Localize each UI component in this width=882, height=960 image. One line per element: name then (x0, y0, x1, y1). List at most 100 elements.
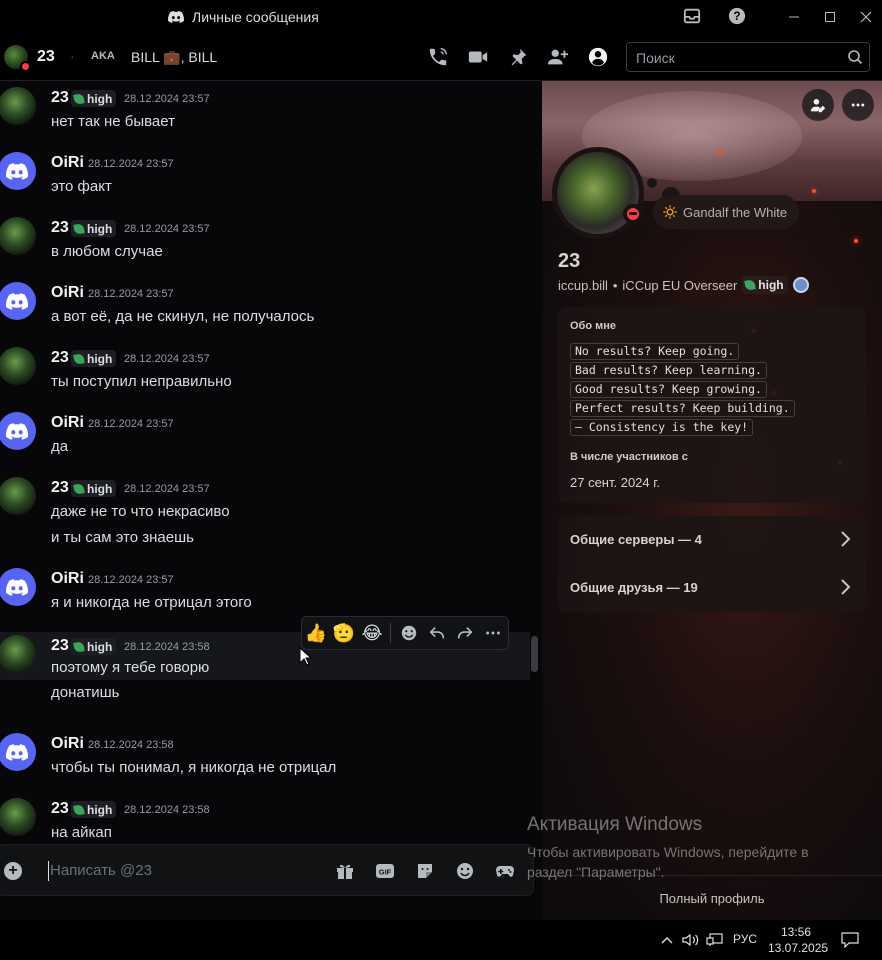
message[interactable]: OiRi 28.12.2024 23:58 чтобы ты понимал, … (0, 727, 530, 787)
message-author[interactable]: OiRi (51, 154, 84, 172)
minimize-button[interactable] (776, 0, 812, 33)
about-me-title: Обо мне (570, 320, 617, 332)
dnd-status-icon (623, 204, 643, 224)
reaction-saluting-face[interactable]: 🫡 (330, 619, 358, 647)
message-author[interactable]: OiRi (51, 414, 84, 432)
message[interactable]: OiRi 28.12.2024 23:57 да (0, 406, 530, 466)
message-author[interactable]: OiRi (51, 284, 84, 302)
mutual-friends-row[interactable]: Общие друзья — 19 (558, 564, 866, 612)
avatar[interactable] (0, 87, 36, 125)
guild-tag[interactable]: high (742, 276, 788, 294)
close-button[interactable] (848, 0, 882, 33)
guild-tag[interactable]: high (71, 801, 117, 818)
message-input[interactable]: + Написать @23 GIF (0, 844, 534, 896)
message-author[interactable]: 23 (51, 219, 69, 237)
reply-button[interactable] (423, 619, 451, 647)
voice-call-icon[interactable] (427, 46, 449, 68)
more-icon (486, 631, 500, 635)
guild-tag[interactable]: high (71, 638, 117, 655)
notifications-button[interactable] (840, 930, 860, 950)
volume-button[interactable] (681, 930, 701, 950)
gift-icon[interactable] (335, 861, 355, 881)
edit-profile-button[interactable] (802, 89, 834, 121)
avatar[interactable] (0, 477, 36, 515)
search-input[interactable]: Поиск (626, 42, 870, 72)
custom-status[interactable]: Gandalf the White (653, 195, 800, 229)
dm-username[interactable]: 23 (37, 48, 55, 66)
emoji-icon (401, 625, 417, 641)
taskbar-clock[interactable]: 13:56 13.07.2025 (768, 924, 828, 956)
message-author[interactable]: 23 (51, 637, 69, 655)
message[interactable]: 23 high 28.12.2024 23:57 нет так не быва… (0, 81, 530, 141)
more-button[interactable] (479, 619, 507, 647)
avatar[interactable] (0, 733, 36, 771)
message[interactable]: 23 high 28.12.2024 23:57 в любом случае (0, 211, 530, 271)
pin-icon[interactable] (507, 46, 529, 68)
message-actions-toolbar: 👍 🫡 😂 (301, 616, 509, 650)
reaction-thumbs-up[interactable]: 👍 (302, 619, 330, 647)
avatar[interactable] (0, 347, 36, 385)
mutual-servers-row[interactable]: Общие серверы — 4 (558, 516, 866, 564)
message-author[interactable]: OiRi (51, 735, 84, 753)
watermark-title: Активация Windows (527, 814, 703, 835)
profile-badge-icon[interactable] (792, 277, 809, 293)
timestamp: 28.12.2024 23:57 (124, 223, 210, 235)
message-author[interactable]: 23 (51, 349, 69, 367)
message-author[interactable]: 23 (51, 479, 69, 497)
message[interactable]: 23 high 28.12.2024 23:57 ты поступил неп… (0, 341, 530, 401)
message-text: поэтому я тебе говорю (51, 659, 210, 676)
timestamp: 28.12.2024 23:58 (124, 641, 210, 653)
avatar[interactable] (0, 282, 36, 320)
sun-icon (663, 205, 677, 219)
guild-tag[interactable]: high (71, 350, 117, 367)
avatar[interactable] (0, 217, 36, 255)
avatar[interactable] (0, 568, 36, 606)
avatar[interactable] (0, 635, 36, 673)
user-profile-panel: Gandalf the White 23 iccup.bill • iCCup … (542, 81, 882, 920)
watermark-line: Чтобы активировать Windows, перейдите в (527, 844, 809, 860)
emoji-picker-icon[interactable] (455, 861, 475, 881)
gif-icon[interactable]: GIF (375, 861, 395, 881)
guild-tag[interactable]: high (71, 220, 117, 237)
guild-tag[interactable]: high (71, 480, 117, 497)
timestamp: 28.12.2024 23:57 (124, 93, 210, 105)
video-call-icon[interactable] (467, 46, 489, 68)
profile-more-button[interactable] (842, 89, 874, 121)
maximize-button[interactable] (812, 0, 848, 33)
reaction-tears-of-joy[interactable]: 😂 (358, 619, 386, 647)
add-friends-icon[interactable] (547, 46, 569, 68)
message[interactable]: OiRi 28.12.2024 23:57 я и никогда не отр… (0, 562, 530, 622)
ember-spark (812, 189, 816, 193)
sticker-icon[interactable] (415, 861, 435, 881)
message-text: а вот её, да не скинул, не получалось (51, 308, 315, 325)
upload-plus-icon[interactable]: + (4, 862, 22, 880)
add-reaction-button[interactable] (395, 619, 423, 647)
scrollbar-thumb[interactable] (531, 636, 538, 672)
avatar[interactable] (4, 45, 31, 72)
guild-tag[interactable]: high (71, 90, 117, 107)
show-hidden-icons-button[interactable] (657, 930, 677, 950)
message-author[interactable]: OiRi (51, 570, 84, 588)
message-text: на айкап (51, 824, 112, 841)
leaf-icon (73, 352, 85, 365)
avatar[interactable] (0, 412, 36, 450)
user-profile-icon[interactable] (587, 46, 609, 68)
message-text: и ты сам это знаешь (51, 529, 194, 546)
volume-icon (682, 933, 699, 947)
avatar[interactable] (0, 798, 36, 836)
profile-avatar[interactable] (552, 147, 644, 239)
message-list[interactable]: 23 high 28.12.2024 23:57 нет так не быва… (0, 81, 542, 843)
message[interactable]: OiRi 28.12.2024 23:57 это факт (0, 146, 530, 206)
message[interactable]: OiRi 28.12.2024 23:57 а вот её, да не ск… (0, 276, 530, 336)
avatar[interactable] (0, 152, 36, 190)
activity-gamepad-icon[interactable] (495, 861, 515, 881)
input-language[interactable]: РУС (733, 932, 757, 946)
message-author[interactable]: 23 (51, 89, 69, 107)
message-author[interactable]: 23 (51, 800, 69, 818)
inbox-icon[interactable] (683, 7, 701, 25)
help-icon[interactable]: ? (728, 7, 746, 25)
network-button[interactable] (705, 930, 725, 950)
message[interactable]: 23 high 28.12.2024 23:57 даже не то что … (0, 471, 530, 557)
message[interactable]: 23 high 28.12.2024 23:58 на айкап (0, 792, 530, 843)
forward-button[interactable] (451, 619, 479, 647)
